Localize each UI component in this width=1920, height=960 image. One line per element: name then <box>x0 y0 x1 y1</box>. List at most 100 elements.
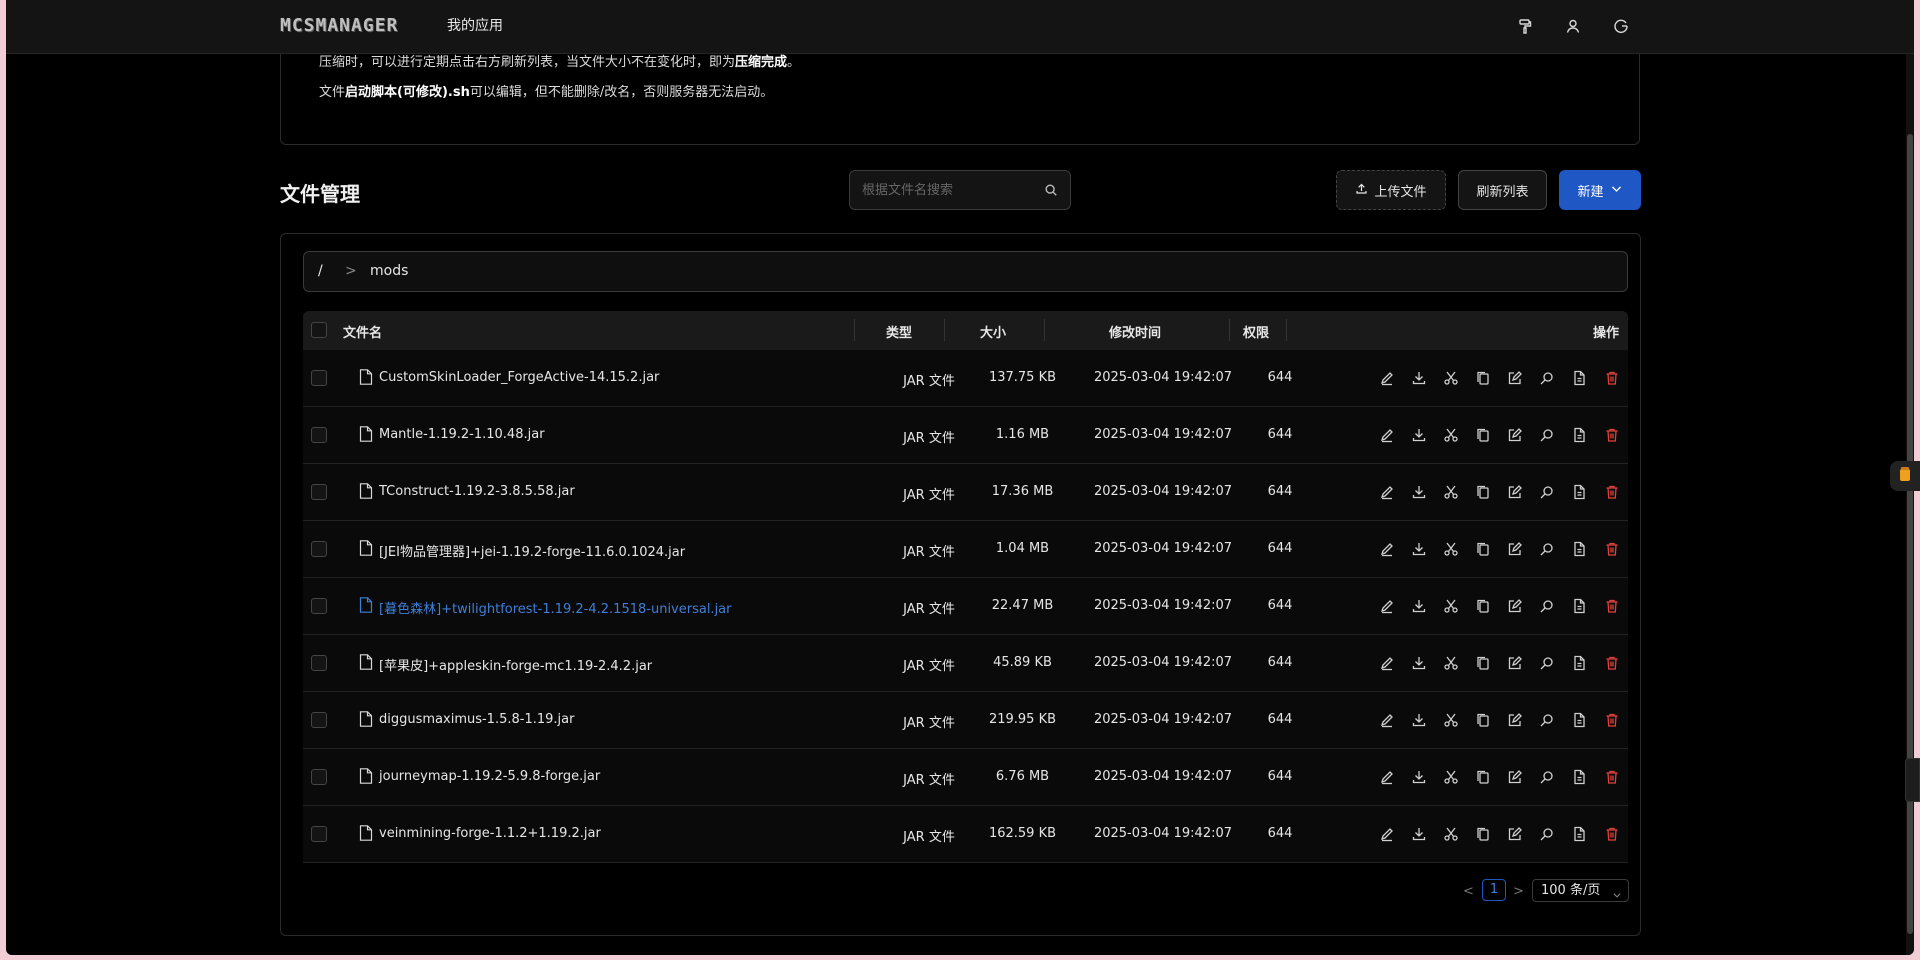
page-size-select[interactable]: 100 条/页 <box>1532 879 1629 902</box>
copy-icon[interactable] <box>1475 484 1493 502</box>
edit-icon[interactable] <box>1379 712 1397 730</box>
breadcrumb-current[interactable]: mods <box>370 263 408 279</box>
cut-icon[interactable] <box>1443 826 1461 844</box>
rename-icon[interactable] <box>1507 712 1525 730</box>
file-info-icon[interactable] <box>1571 541 1589 559</box>
nav-my-apps[interactable]: 我的应用 <box>447 15 503 35</box>
table-row[interactable]: [JEI物品管理器]+jei-1.19.2-forge-11.6.0.1024.… <box>303 521 1628 578</box>
table-row[interactable]: journeymap-1.19.2-5.9.8-forge.jar JAR 文件… <box>303 749 1628 806</box>
rename-icon[interactable] <box>1507 655 1525 673</box>
download-icon[interactable] <box>1411 769 1429 787</box>
copy-icon[interactable] <box>1475 427 1493 445</box>
cut-icon[interactable] <box>1443 541 1461 559</box>
delete-icon[interactable] <box>1604 655 1622 673</box>
download-icon[interactable] <box>1411 598 1429 616</box>
search-icon[interactable] <box>1539 598 1557 616</box>
app-logo[interactable]: MCSMANAGER <box>280 15 398 36</box>
col-size[interactable]: 大小 <box>980 322 1006 341</box>
download-icon[interactable] <box>1411 541 1429 559</box>
rename-icon[interactable] <box>1507 427 1525 445</box>
table-row[interactable]: Mantle-1.19.2-1.10.48.jar JAR 文件 1.16 MB… <box>303 407 1628 464</box>
select-all-checkbox[interactable] <box>311 322 327 338</box>
delete-icon[interactable] <box>1604 427 1622 445</box>
edit-icon[interactable] <box>1379 598 1397 616</box>
download-icon[interactable] <box>1411 826 1429 844</box>
cut-icon[interactable] <box>1443 427 1461 445</box>
row-checkbox[interactable] <box>311 598 327 614</box>
row-checkbox[interactable] <box>311 712 327 728</box>
file-info-icon[interactable] <box>1571 826 1589 844</box>
search-icon[interactable] <box>1539 769 1557 787</box>
search-icon[interactable] <box>1539 541 1557 559</box>
logout-icon[interactable] <box>1609 14 1633 38</box>
breadcrumb-root[interactable]: / <box>318 263 323 279</box>
col-perm[interactable]: 权限 <box>1243 322 1269 341</box>
file-name[interactable]: [JEI物品管理器]+jei-1.19.2-forge-11.6.0.1024.… <box>379 541 685 560</box>
copy-icon[interactable] <box>1475 655 1493 673</box>
search-input[interactable] <box>850 171 1040 209</box>
table-row[interactable]: diggusmaximus-1.5.8-1.19.jar JAR 文件 219.… <box>303 692 1628 749</box>
file-name[interactable]: [苹果皮]+appleskin-forge-mc1.19-2.4.2.jar <box>379 655 652 674</box>
delete-icon[interactable] <box>1604 541 1622 559</box>
file-name[interactable]: TConstruct-1.19.2-3.8.5.58.jar <box>379 484 575 499</box>
table-row[interactable]: [苹果皮]+appleskin-forge-mc1.19-2.4.2.jar J… <box>303 635 1628 692</box>
download-icon[interactable] <box>1411 712 1429 730</box>
refresh-list-button[interactable]: 刷新列表 <box>1458 170 1547 210</box>
file-info-icon[interactable] <box>1571 427 1589 445</box>
delete-icon[interactable] <box>1604 598 1622 616</box>
table-row[interactable]: CustomSkinLoader_ForgeActive-14.15.2.jar… <box>303 350 1628 407</box>
table-row[interactable]: veinmining-forge-1.1.2+1.19.2.jar JAR 文件… <box>303 806 1628 863</box>
rename-icon[interactable] <box>1507 484 1525 502</box>
table-row[interactable]: TConstruct-1.19.2-3.8.5.58.jar JAR 文件 17… <box>303 464 1628 521</box>
file-name[interactable]: veinmining-forge-1.1.2+1.19.2.jar <box>379 826 601 841</box>
row-checkbox[interactable] <box>311 769 327 785</box>
edit-icon[interactable] <box>1379 427 1397 445</box>
download-icon[interactable] <box>1411 484 1429 502</box>
search-icon[interactable] <box>1044 182 1060 198</box>
table-row[interactable]: [暮色森林]+twilightforest-1.19.2-4.2.1518-un… <box>303 578 1628 635</box>
copy-icon[interactable] <box>1475 826 1493 844</box>
col-time[interactable]: 修改时间 <box>1109 322 1161 341</box>
cut-icon[interactable] <box>1443 655 1461 673</box>
new-dropdown-button[interactable]: 新建 <box>1559 170 1641 210</box>
file-name[interactable]: CustomSkinLoader_ForgeActive-14.15.2.jar <box>379 370 659 385</box>
side-widget-button[interactable] <box>1890 461 1920 491</box>
copy-icon[interactable] <box>1475 598 1493 616</box>
copy-icon[interactable] <box>1475 541 1493 559</box>
delete-icon[interactable] <box>1604 826 1622 844</box>
rename-icon[interactable] <box>1507 769 1525 787</box>
scrollbar-thumb[interactable] <box>1907 134 1913 934</box>
file-name[interactable]: [暮色森林]+twilightforest-1.19.2-4.2.1518-un… <box>379 598 732 617</box>
side-panel-handle[interactable] <box>1905 758 1920 802</box>
row-checkbox[interactable] <box>311 826 327 842</box>
delete-icon[interactable] <box>1604 370 1622 388</box>
pagination-prev[interactable]: < <box>1463 884 1474 899</box>
cut-icon[interactable] <box>1443 370 1461 388</box>
row-checkbox[interactable] <box>311 370 327 386</box>
row-checkbox[interactable] <box>311 541 327 557</box>
download-icon[interactable] <box>1411 655 1429 673</box>
file-info-icon[interactable] <box>1571 484 1589 502</box>
pagination-next[interactable]: > <box>1513 884 1524 899</box>
edit-icon[interactable] <box>1379 370 1397 388</box>
rename-icon[interactable] <box>1507 370 1525 388</box>
delete-icon[interactable] <box>1604 769 1622 787</box>
row-checkbox[interactable] <box>311 427 327 443</box>
file-info-icon[interactable] <box>1571 370 1589 388</box>
edit-icon[interactable] <box>1379 541 1397 559</box>
cut-icon[interactable] <box>1443 598 1461 616</box>
edit-icon[interactable] <box>1379 655 1397 673</box>
file-name[interactable]: diggusmaximus-1.5.8-1.19.jar <box>379 712 574 727</box>
user-icon[interactable] <box>1561 14 1585 38</box>
file-name[interactable]: journeymap-1.19.2-5.9.8-forge.jar <box>379 769 600 784</box>
copy-icon[interactable] <box>1475 712 1493 730</box>
file-info-icon[interactable] <box>1571 769 1589 787</box>
edit-icon[interactable] <box>1379 826 1397 844</box>
cut-icon[interactable] <box>1443 712 1461 730</box>
cut-icon[interactable] <box>1443 769 1461 787</box>
row-checkbox[interactable] <box>311 655 327 671</box>
search-icon[interactable] <box>1539 826 1557 844</box>
rename-icon[interactable] <box>1507 598 1525 616</box>
rename-icon[interactable] <box>1507 826 1525 844</box>
search-box[interactable] <box>849 170 1071 210</box>
